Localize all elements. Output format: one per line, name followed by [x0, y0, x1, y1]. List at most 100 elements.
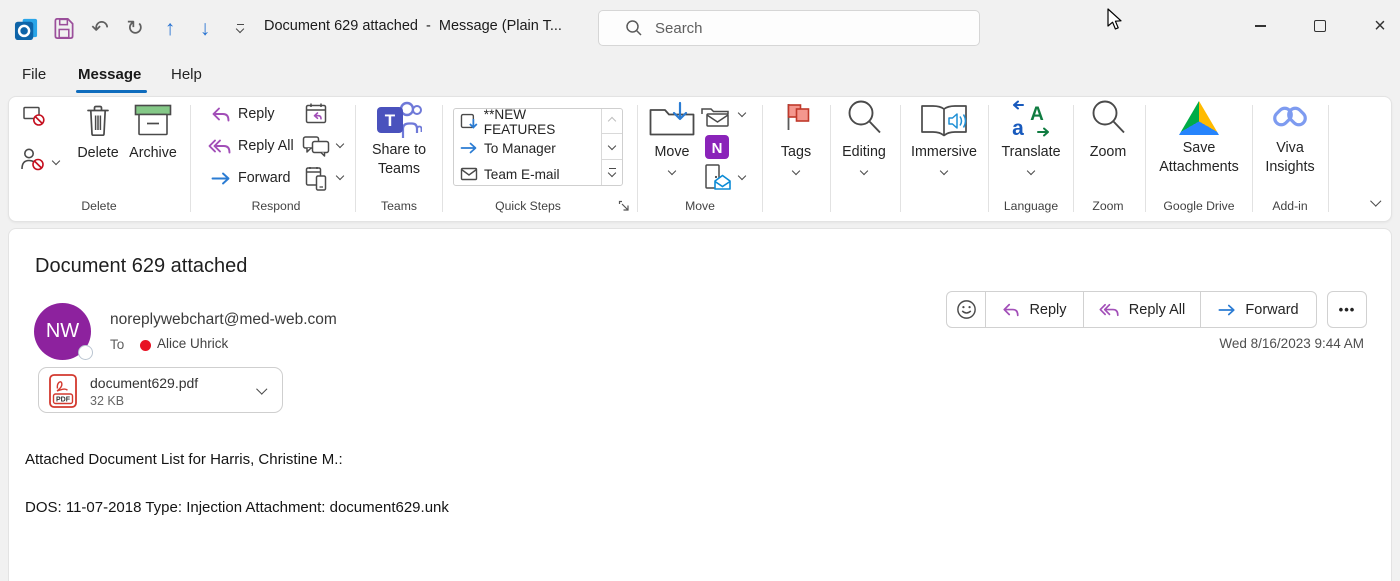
- editing-button[interactable]: [845, 99, 883, 139]
- pdf-file-icon: PDF: [49, 374, 77, 408]
- viva-insights-icon: [1270, 98, 1310, 138]
- recipient-presence-dot: [140, 340, 151, 351]
- editing-button-label: Editing: [842, 144, 886, 160]
- chevron-down-icon: [257, 383, 268, 394]
- reply-button[interactable]: [211, 107, 231, 122]
- forward-button-label[interactable]: Forward: [238, 170, 290, 186]
- rules-button[interactable]: [700, 104, 732, 128]
- group-divider: [1252, 105, 1253, 212]
- share-to-teams-button[interactable]: T: [376, 100, 422, 140]
- immersive-button-label: Immersive: [911, 144, 977, 160]
- save-attachments-button[interactable]: [1179, 101, 1219, 135]
- avatar-initials: NW: [46, 320, 79, 343]
- save-button[interactable]: [50, 14, 78, 42]
- group-divider: [988, 105, 989, 212]
- message-action-bar: Reply Reply All Forward: [946, 291, 1317, 328]
- quick-steps-scroll-down[interactable]: [602, 134, 622, 159]
- next-item-button[interactable]: ↓: [191, 14, 219, 42]
- tab-help[interactable]: Help: [171, 66, 202, 83]
- chat-button[interactable]: [302, 135, 330, 157]
- chevron-down-icon: [1027, 167, 1035, 175]
- more-actions-button[interactable]: •••: [1327, 291, 1367, 328]
- chevron-down-icon: [860, 167, 868, 175]
- quick-steps-scroll-up[interactable]: [602, 109, 622, 134]
- quick-step-label: **NEW FEATURES: [484, 107, 600, 137]
- reply-all-button[interactable]: [208, 139, 232, 154]
- group-label-delete: Delete: [81, 199, 116, 213]
- actions-icon: [702, 163, 732, 191]
- tab-message[interactable]: Message: [78, 66, 141, 83]
- reply-button-label[interactable]: Reply: [238, 106, 275, 122]
- recipient-name[interactable]: Alice Uhrick: [157, 336, 228, 351]
- translate-button[interactable]: A a: [1010, 99, 1052, 139]
- sent-date: Wed 8/16/2023 9:44 AM: [1219, 336, 1364, 351]
- archive-button[interactable]: [134, 104, 172, 137]
- onenote-button[interactable]: N: [704, 134, 730, 160]
- search-input[interactable]: [653, 19, 957, 38]
- quick-steps-more[interactable]: [602, 160, 622, 185]
- move-icon: [648, 101, 696, 139]
- meeting-button[interactable]: [305, 102, 327, 124]
- sender-address[interactable]: noreplywebchart@med-web.com: [110, 311, 337, 329]
- maximize-button[interactable]: [1297, 6, 1343, 46]
- to-label: To: [110, 337, 124, 352]
- zoom-button[interactable]: [1089, 99, 1127, 139]
- mark-actions-button[interactable]: [702, 163, 732, 191]
- viva-insights-label-line2: Insights: [1265, 159, 1314, 175]
- translate-button-label: Translate: [1001, 144, 1060, 160]
- reply-message-button[interactable]: Reply: [985, 292, 1083, 327]
- device-dropdown[interactable]: [330, 173, 350, 179]
- reactions-button[interactable]: [947, 292, 985, 327]
- archive-button-label: Archive: [129, 145, 177, 161]
- previous-item-button[interactable]: ↑: [156, 14, 184, 42]
- rules-dropdown[interactable]: [732, 110, 752, 116]
- quick-step-new-features[interactable]: **NEW FEATURES: [454, 109, 600, 135]
- forward-message-button[interactable]: Forward: [1200, 292, 1316, 327]
- message-subject: Document 629 attached: [35, 255, 247, 278]
- meeting-icon: [305, 102, 327, 124]
- attachment-dropdown[interactable]: [252, 385, 272, 393]
- delete-button[interactable]: [85, 103, 111, 138]
- tab-file[interactable]: File: [22, 66, 46, 83]
- block-sender-dropdown[interactable]: [46, 158, 66, 164]
- immersive-dropdown[interactable]: [934, 168, 954, 174]
- quick-step-to-manager[interactable]: To Manager: [454, 135, 600, 161]
- viva-insights-label-line1: Viva: [1276, 140, 1304, 156]
- ignore-button[interactable]: [22, 104, 46, 127]
- collapse-ribbon-button[interactable]: [1366, 197, 1386, 205]
- search-box[interactable]: [598, 10, 980, 46]
- share-to-device-button[interactable]: [305, 166, 327, 192]
- reply-all-message-button[interactable]: Reply All: [1083, 292, 1200, 327]
- redo-button[interactable]: ↻: [121, 14, 149, 42]
- archive-icon: [134, 104, 172, 137]
- reply-all-button-label[interactable]: Reply All: [238, 138, 294, 154]
- close-button[interactable]: ×: [1357, 6, 1400, 46]
- minimize-button[interactable]: [1237, 6, 1283, 46]
- customize-quick-access-toolbar-button[interactable]: [226, 14, 254, 42]
- share-to-teams-label-line1: Share to: [372, 142, 426, 158]
- actions-dropdown[interactable]: [732, 173, 752, 179]
- quick-steps-dialog-launcher[interactable]: [618, 200, 630, 212]
- translate-dropdown[interactable]: [1021, 168, 1041, 174]
- editing-dropdown[interactable]: [854, 168, 874, 174]
- quick-step-team-email[interactable]: Team E-mail: [454, 161, 600, 187]
- undo-button[interactable]: ↶: [86, 14, 114, 42]
- tags-dropdown[interactable]: [786, 168, 806, 174]
- quick-step-label: To Manager: [484, 141, 556, 156]
- viva-insights-button[interactable]: [1270, 98, 1310, 138]
- chevron-down-icon: [668, 167, 676, 175]
- move-dropdown[interactable]: [662, 168, 682, 174]
- new-features-icon: [460, 113, 478, 131]
- immersive-button[interactable]: [918, 103, 970, 139]
- outlook-app-icon[interactable]: [12, 14, 40, 42]
- chat-dropdown[interactable]: [330, 141, 350, 147]
- save-icon: [53, 17, 75, 40]
- save-attachments-label-line2: Attachments: [1159, 159, 1238, 175]
- up-arrow-icon: ↑: [165, 18, 176, 39]
- move-button[interactable]: [648, 101, 696, 139]
- tags-button[interactable]: [783, 101, 811, 133]
- block-sender-button[interactable]: [20, 146, 46, 172]
- device-icon: [305, 166, 327, 192]
- flag-icon: [783, 101, 811, 133]
- forward-button[interactable]: [211, 172, 231, 185]
